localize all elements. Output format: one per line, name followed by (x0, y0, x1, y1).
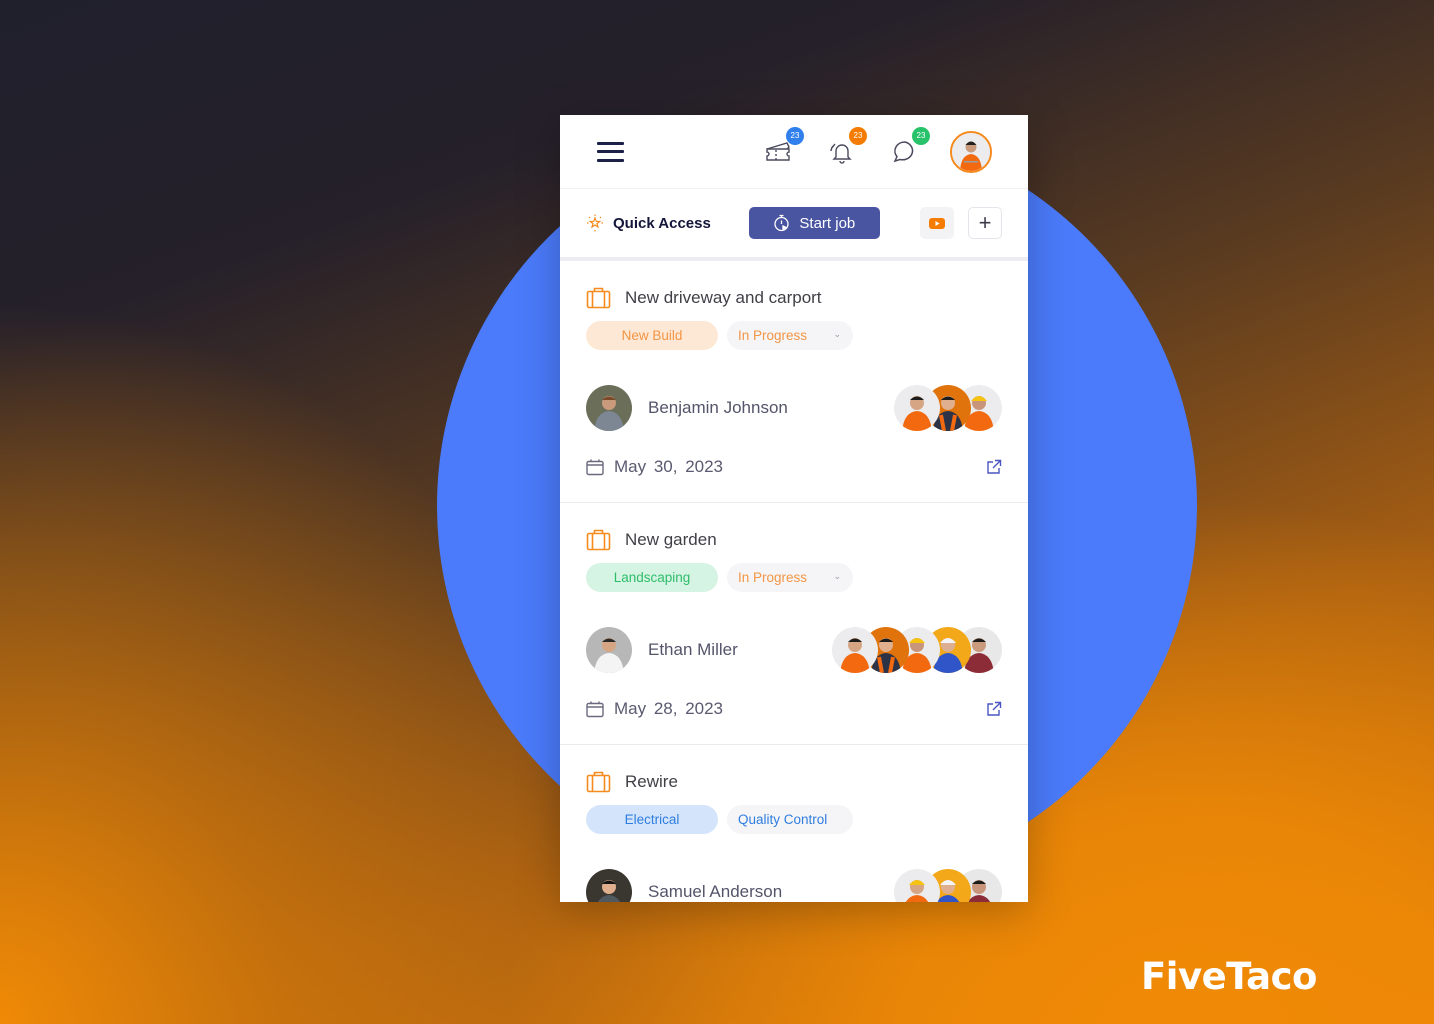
tickets-badge: 23 (786, 126, 804, 145)
notifications-button[interactable]: 23 (825, 126, 867, 169)
status-label: Quality Control (738, 812, 828, 827)
owner-avatar[interactable] (586, 869, 632, 902)
notifications-badge: 23 (849, 126, 867, 145)
messages-badge: 23 (912, 126, 930, 145)
status-label: In Progress (738, 328, 808, 343)
tickets-button[interactable]: 23 (762, 126, 804, 169)
job-date: May 30, 2023 (614, 457, 724, 476)
external-link-icon[interactable] (986, 701, 1002, 717)
plus-icon: + (978, 210, 992, 235)
hamburger-icon[interactable] (597, 141, 624, 162)
job-title: New driveway and carport (625, 288, 822, 307)
calendar-icon (586, 459, 604, 475)
brand-logo: FiveTaco (1141, 955, 1317, 998)
team-member-avatar[interactable] (832, 627, 878, 673)
top-bar: 23 23 23 (560, 115, 1028, 189)
sparkle-star-icon (587, 214, 603, 232)
owner-row: Ethan Miller (586, 626, 1002, 674)
quick-access-text: Quick Access (613, 214, 711, 232)
chevron-down-icon: ⌄ (833, 571, 841, 581)
status-dropdown[interactable]: In Progress ⌄ (727, 321, 853, 350)
start-job-button[interactable]: Start job (748, 207, 880, 239)
briefcase-icon (586, 529, 611, 551)
stopwatch-icon (774, 214, 790, 232)
owner-row: Samuel Anderson (586, 868, 1002, 902)
start-job-label: Start job (799, 214, 856, 232)
job-tags: Electrical Quality Control (586, 805, 1002, 834)
chevron-down-icon: ⌄ (833, 329, 841, 339)
date-row: May 30, 2023 (586, 454, 1002, 480)
briefcase-icon (586, 287, 611, 309)
category-tag[interactable]: New Build (586, 321, 718, 350)
job-card[interactable]: New driveway and carport New Build In Pr… (560, 261, 1028, 503)
video-button[interactable] (920, 207, 954, 239)
team-avatars[interactable] (894, 869, 1002, 902)
add-button[interactable]: + (968, 207, 1002, 239)
briefcase-icon (586, 771, 611, 793)
job-card[interactable]: Rewire Electrical Quality Control Samuel… (560, 745, 1028, 902)
user-avatar[interactable] (950, 130, 992, 173)
job-tags: New Build In Progress ⌄ (586, 321, 1002, 350)
owner-row: Benjamin Johnson (586, 384, 1002, 432)
header-icons: 23 23 23 (762, 126, 992, 173)
external-link-icon[interactable] (986, 459, 1002, 475)
job-list: New driveway and carport New Build In Pr… (560, 261, 1028, 902)
mobile-app-card: 23 23 23 Quick Access Start job + New dr… (560, 115, 1028, 902)
quick-access-label: Quick Access (586, 214, 711, 232)
job-tags: Landscaping In Progress ⌄ (586, 563, 1002, 592)
status-dropdown[interactable]: In Progress ⌄ (727, 563, 853, 592)
status-label: In Progress (738, 570, 808, 585)
youtube-icon (929, 217, 945, 229)
tickets-icon (766, 141, 790, 161)
job-title-row: Rewire (586, 769, 1002, 795)
status-dropdown[interactable]: Quality Control (727, 805, 853, 834)
team-avatars[interactable] (832, 627, 1002, 673)
date-row: May 28, 2023 (586, 696, 1002, 722)
quick-access-bar: Quick Access Start job + (560, 189, 1028, 261)
team-avatars[interactable] (894, 385, 1002, 431)
owner-avatar[interactable] (586, 385, 632, 431)
job-card[interactable]: New garden Landscaping In Progress ⌄ Eth… (560, 503, 1028, 745)
owner-name: Benjamin Johnson (648, 398, 788, 417)
job-title-row: New driveway and carport (586, 285, 1002, 311)
owner-name: Ethan Miller (648, 640, 738, 659)
owner-avatar[interactable] (586, 627, 632, 673)
job-title-row: New garden (586, 527, 1002, 553)
owner-name: Samuel Anderson (648, 882, 783, 901)
calendar-icon (586, 701, 604, 717)
messages-button[interactable]: 23 (888, 126, 930, 169)
job-date: May 28, 2023 (614, 699, 724, 718)
team-member-avatar[interactable] (894, 385, 940, 431)
category-tag[interactable]: Electrical (586, 805, 718, 834)
job-title: Rewire (625, 772, 678, 791)
job-title: New garden (625, 530, 717, 549)
category-tag[interactable]: Landscaping (586, 563, 718, 592)
